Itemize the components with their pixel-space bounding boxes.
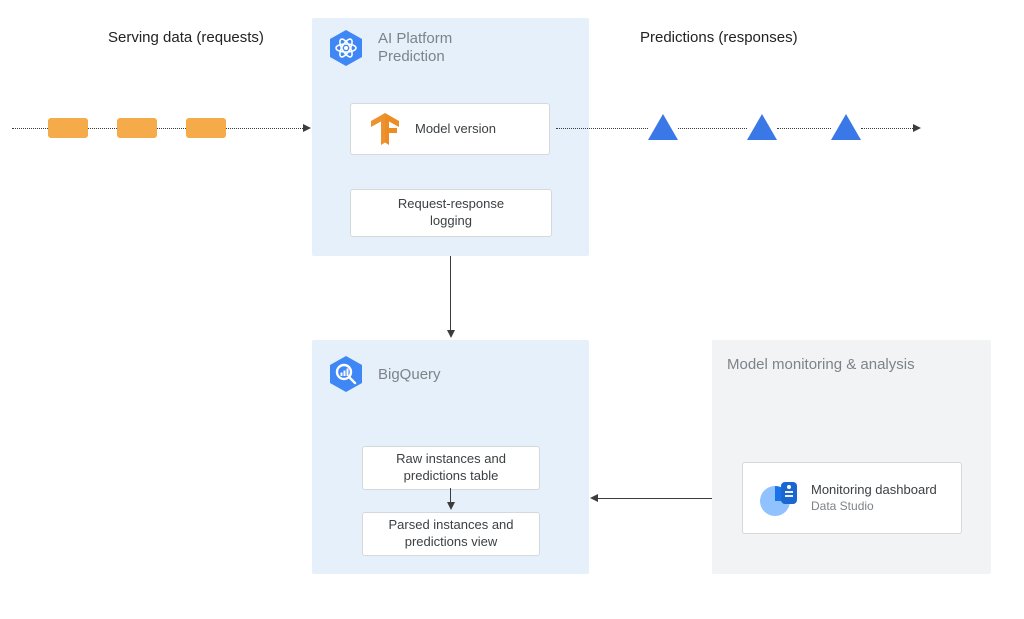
card-dashboard-l2: Data Studio [811,499,937,515]
card-parsed-l1: Parsed instances and [388,517,513,534]
serving-datum-2 [117,118,157,138]
card-raw-l2: predictions table [404,468,499,485]
arrow-monitoring-to-bq [598,498,712,499]
serving-datum-3 [186,118,226,138]
card-raw-instances: Raw instances and predictions table [362,446,540,490]
card-request-response-logging: Request-response logging [350,189,552,237]
card-dashboard-l1: Monitoring dashboard [811,482,937,499]
dotted-flow-responses [777,128,831,129]
label-predictions: Predictions (responses) [640,29,798,46]
dotted-flow-responses [678,128,747,129]
bigquery-icon [326,354,366,394]
prediction-datum-3 [831,114,861,140]
card-raw-l1: Raw instances and [396,451,506,468]
dotted-flow-responses [556,128,648,129]
card-monitoring-dashboard: Monitoring dashboard Data Studio [742,462,962,534]
panel-model-monitoring [712,340,991,574]
card-logging-l2: logging [430,213,472,230]
arrowhead-aip-to-bq [447,330,455,338]
label-serving-data: Serving data (requests) [108,29,264,46]
prediction-datum-2 [747,114,777,140]
data-studio-icon [755,475,801,521]
arrow-aip-to-bq [450,256,451,332]
card-logging-l1: Request-response [398,196,504,213]
arrowhead-into-aip [303,124,311,132]
arrowhead-raw-to-parsed [447,502,455,510]
panel-title-bigquery: BigQuery [378,366,441,383]
dotted-flow-requests [226,128,303,129]
panel-title-ai-platform-l2: Prediction [378,48,445,65]
ai-platform-prediction-icon [326,28,366,68]
dotted-flow-requests [12,128,48,129]
prediction-datum-1 [648,114,678,140]
dotted-flow-requests [157,128,186,129]
card-model-version-text: Model version [415,121,496,138]
panel-title-ai-platform-l1: AI Platform [378,30,452,47]
arrowhead-responses-out [913,124,921,132]
card-parsed-instances: Parsed instances and predictions view [362,512,540,556]
arrowhead-monitoring-to-bq [590,494,598,502]
card-model-version: Model version [350,103,550,155]
dotted-flow-requests [88,128,117,129]
card-parsed-l2: predictions view [405,534,498,551]
serving-datum-1 [48,118,88,138]
tensorflow-icon [365,109,405,149]
panel-title-model-monitoring: Model monitoring & analysis [727,356,915,373]
dotted-flow-responses [861,128,913,129]
